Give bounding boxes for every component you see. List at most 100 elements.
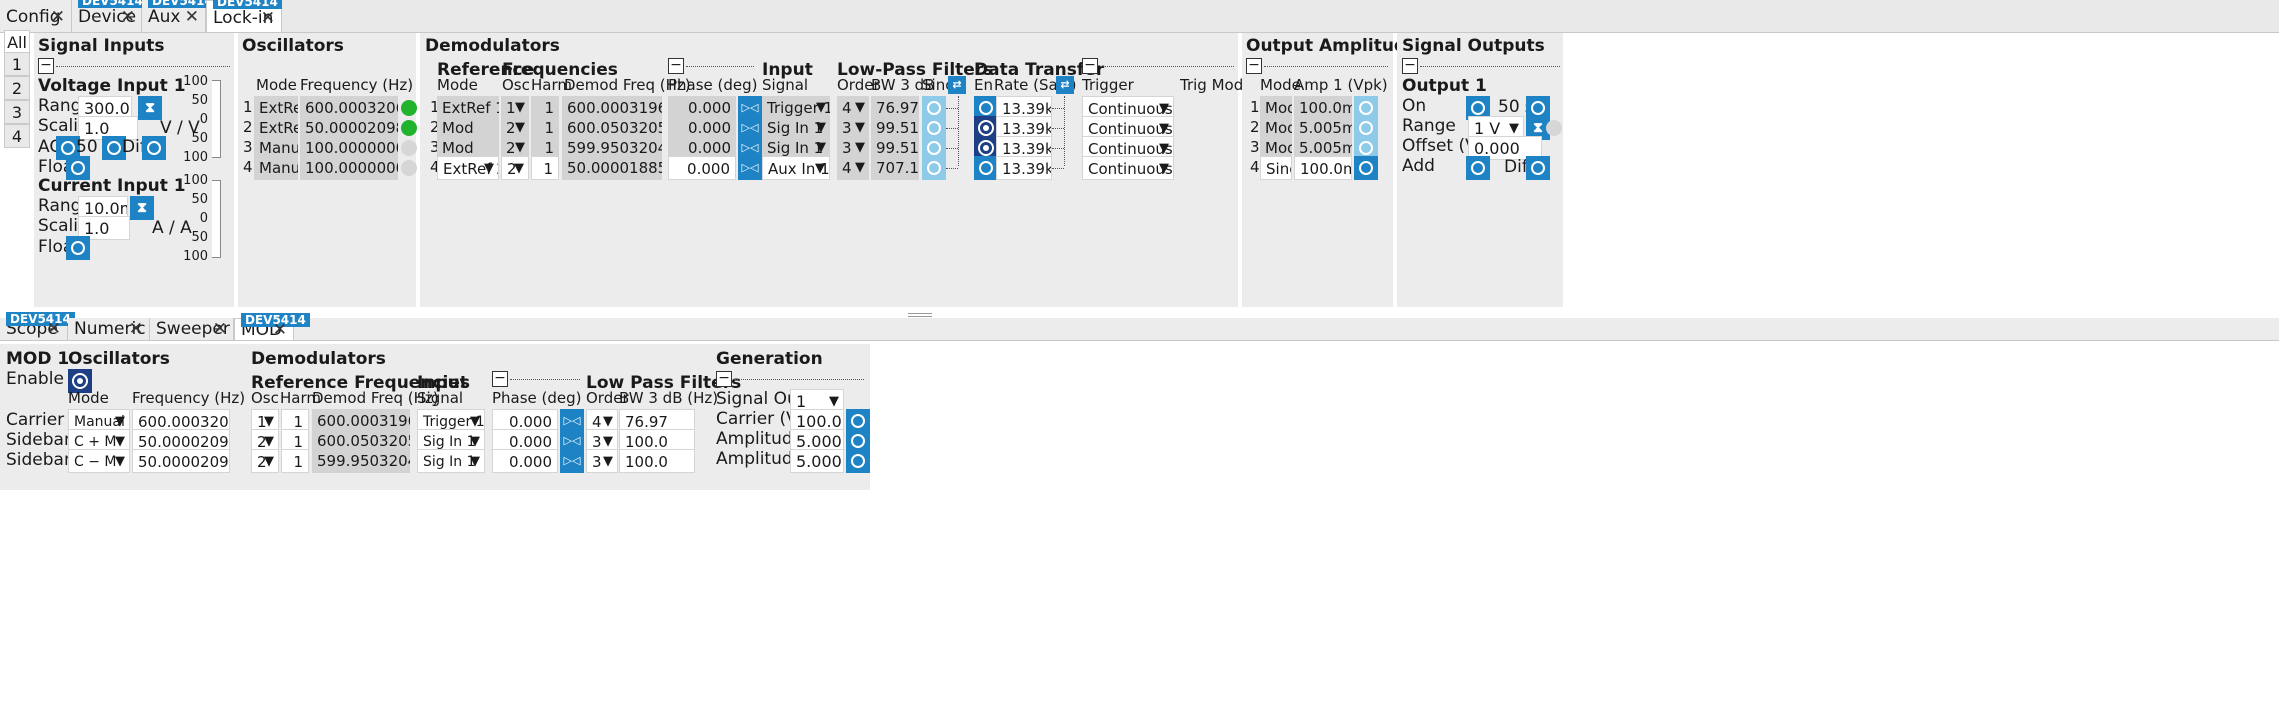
enable-toggle[interactable] bbox=[974, 156, 998, 180]
signal-select[interactable]: Aux In 1 ▼ bbox=[762, 156, 830, 180]
col-mode: Mode bbox=[68, 389, 109, 407]
reference-mode-select[interactable]: ExtRef 2▼ bbox=[437, 156, 499, 180]
rate-field[interactable]: 13.39k bbox=[996, 156, 1052, 180]
col-osc: Osc bbox=[251, 389, 279, 407]
tab-mod[interactable]: DEV5414 MOD ✕ bbox=[234, 313, 310, 341]
device-badge: DEV5414 bbox=[78, 0, 147, 8]
sinc-toggle[interactable] bbox=[922, 156, 946, 180]
tab-numeric[interactable]: Numeric ✕ bbox=[68, 318, 150, 340]
close-icon[interactable]: ✕ bbox=[121, 0, 135, 34]
side-tab-2[interactable]: 2 bbox=[4, 76, 30, 100]
amplitude-field[interactable]: 100.0m bbox=[1294, 156, 1352, 180]
collapse-icon[interactable]: − bbox=[38, 58, 54, 74]
col-frequency: Frequency (Hz) bbox=[132, 389, 246, 407]
lock-status-led bbox=[401, 100, 417, 116]
link-line bbox=[946, 148, 958, 149]
sync-icon[interactable]: ⇄ bbox=[948, 76, 966, 94]
side-tab-1[interactable]: 1 bbox=[4, 52, 30, 76]
amplitude-enable-toggle[interactable] bbox=[1354, 156, 1378, 180]
close-icon[interactable]: ✕ bbox=[213, 318, 227, 340]
collapse-icon[interactable]: − bbox=[492, 371, 508, 387]
side-tab-3[interactable]: 3 bbox=[4, 100, 30, 124]
auto-phase-icon[interactable]: ▷◁ bbox=[738, 156, 762, 180]
harmonic-field[interactable]: 1 bbox=[281, 449, 309, 473]
demod-frequency-field: 50.00001885 bbox=[562, 156, 662, 180]
diff-toggle[interactable] bbox=[142, 136, 166, 160]
link-line bbox=[1052, 108, 1064, 109]
phase-field[interactable]: 0.000 bbox=[668, 156, 736, 180]
splitter-handle[interactable] bbox=[908, 313, 932, 317]
mode-select[interactable]: C − M ▼ bbox=[68, 449, 130, 473]
tab-lock-in[interactable]: DEV5414 Lock-in ✕ bbox=[206, 0, 282, 32]
collapse-icon[interactable]: − bbox=[1402, 58, 1418, 74]
amplitude-2-toggle[interactable] bbox=[846, 449, 870, 473]
autorange-icon[interactable]: ⧗ bbox=[130, 196, 154, 220]
voltage-level-meter bbox=[212, 80, 221, 158]
amplitude-2-field[interactable]: 5.000m bbox=[790, 449, 844, 473]
signal-select[interactable]: Sig In 1 ▼ bbox=[417, 449, 485, 473]
bandwidth-field[interactable]: 100.0 bbox=[619, 449, 695, 473]
divider bbox=[1264, 66, 1388, 67]
collapse-icon[interactable]: − bbox=[1246, 58, 1262, 74]
demodulators-title: Demodulators bbox=[425, 36, 560, 56]
collapse-icon[interactable]: − bbox=[1082, 58, 1098, 74]
oscillator-mode: Manual bbox=[254, 156, 298, 180]
autorange-icon[interactable]: ⧗ bbox=[138, 96, 162, 120]
col-trigger: Trigger bbox=[1082, 76, 1134, 94]
col-signal: Signal bbox=[417, 389, 464, 407]
osc-select[interactable]: 2 ▼ bbox=[501, 156, 529, 180]
row-index: 3 bbox=[1250, 138, 1260, 156]
output-1-title: Output 1 bbox=[1402, 76, 1487, 96]
tab-device[interactable]: DEV5414 Device ✕ bbox=[72, 0, 147, 34]
divider bbox=[686, 66, 754, 67]
trigger-select[interactable]: Continuous ▼ bbox=[1082, 156, 1174, 180]
row-index: 4 bbox=[1250, 158, 1260, 176]
divider bbox=[1100, 66, 1234, 67]
close-icon[interactable]: ✕ bbox=[185, 0, 199, 34]
link-line bbox=[1052, 148, 1064, 149]
close-icon[interactable]: ✕ bbox=[129, 318, 143, 340]
phase-field[interactable]: 0.000 bbox=[492, 449, 558, 473]
order-select[interactable]: 3 ▼ bbox=[586, 449, 618, 473]
side-tab-all[interactable]: All bbox=[4, 30, 30, 54]
side-tab-4[interactable]: 4 bbox=[4, 124, 30, 148]
close-icon[interactable]: ✕ bbox=[273, 319, 287, 341]
divider bbox=[734, 379, 864, 380]
top-tab-bar bbox=[0, 0, 2279, 33]
col-phase: Phase (deg) bbox=[668, 76, 758, 94]
device-badge: DEV5414 bbox=[6, 312, 75, 326]
frequency-field[interactable]: 50.00002098 bbox=[132, 449, 230, 473]
meter-tick: 0 bbox=[199, 112, 208, 127]
close-icon[interactable]: ✕ bbox=[47, 318, 61, 340]
oscillator-frequency-field[interactable]: 100.00000000k bbox=[300, 156, 398, 180]
row-index: 3 bbox=[243, 138, 253, 156]
tab-sweeper[interactable]: Sweeper ✕ bbox=[150, 318, 234, 340]
close-icon[interactable]: ✕ bbox=[51, 0, 65, 34]
demod-frequency-field: 599.95032047k bbox=[312, 449, 410, 473]
diff-toggle[interactable] bbox=[1526, 156, 1550, 180]
collapse-icon[interactable]: − bbox=[668, 58, 684, 74]
bandwidth-field[interactable]: 707.1m bbox=[871, 156, 919, 180]
col-frequency: Frequency (Hz) bbox=[300, 76, 414, 94]
auto-phase-icon[interactable]: ▷◁ bbox=[560, 449, 584, 473]
oscillators-title: Oscillators bbox=[242, 36, 344, 56]
harmonic-field[interactable]: 1 bbox=[531, 156, 559, 180]
float-toggle[interactable] bbox=[66, 236, 90, 260]
lock-status-led bbox=[401, 140, 417, 156]
collapse-icon[interactable]: − bbox=[716, 371, 732, 387]
close-icon[interactable]: ✕ bbox=[261, 1, 275, 35]
meter-tick: 0 bbox=[199, 211, 208, 226]
osc-select[interactable]: 2 ▼ bbox=[251, 449, 279, 473]
tab-config[interactable]: Config ✕ bbox=[0, 0, 72, 32]
current-level-meter bbox=[212, 180, 221, 258]
signal-outputs-title: Signal Outputs bbox=[1402, 36, 1545, 56]
order-select[interactable]: 4 ▼ bbox=[837, 156, 869, 180]
sync-icon[interactable]: ⇄ bbox=[1056, 76, 1074, 94]
add-toggle[interactable] bbox=[1466, 156, 1490, 180]
tab-label: Aux bbox=[148, 7, 181, 27]
tab-scope[interactable]: DEV5414 Scope ✕ bbox=[0, 312, 75, 340]
link-line bbox=[946, 108, 958, 109]
tab-aux[interactable]: DEV5414 Aux ✕ bbox=[142, 0, 217, 34]
overload-led bbox=[1546, 120, 1562, 136]
dropdown-arrow-icon: ▼ bbox=[484, 161, 494, 176]
